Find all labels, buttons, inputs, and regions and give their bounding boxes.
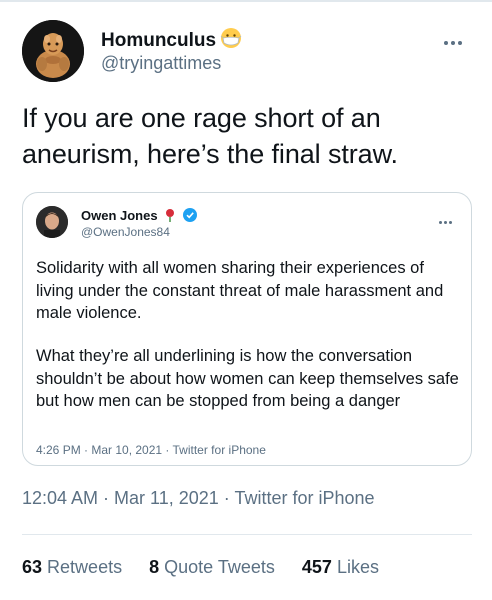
- author-handle[interactable]: @tryingattimes: [101, 53, 221, 74]
- avatar[interactable]: [22, 20, 84, 82]
- quoted-text-paragraph-1: Solidarity with all women sharing their …: [36, 259, 444, 322]
- tweet-stats: 63 Retweets 8 Quote Tweets 457 Likes: [22, 557, 401, 578]
- quoted-timestamp[interactable]: 4:26 PM · Mar 10, 2021 · Twitter for iPh…: [36, 443, 266, 457]
- quoted-author-name[interactable]: Owen Jones: [81, 208, 197, 223]
- quote-tweets-label: Quote Tweets: [164, 557, 275, 577]
- tweet-text: If you are one rage short of an aneurism…: [22, 103, 398, 169]
- quote-tweets-stat[interactable]: 8 Quote Tweets: [149, 557, 275, 578]
- quoted-avatar[interactable]: [36, 206, 68, 238]
- likes-label: Likes: [336, 557, 379, 577]
- quoted-tweet[interactable]: Owen Jones @OwenJones84 Solidarity with …: [22, 192, 472, 466]
- author-display-name[interactable]: Homunculus: [101, 30, 216, 51]
- stats-divider: [22, 534, 472, 535]
- quoted-more-options-icon[interactable]: [439, 211, 457, 224]
- quote-tweets-count: 8: [149, 557, 160, 577]
- retweets-stat[interactable]: 63 Retweets: [22, 557, 122, 578]
- face-with-medical-mask-icon: [220, 27, 242, 55]
- homunculus-avatar-icon: [22, 20, 84, 82]
- owen-jones-avatar-icon: [36, 206, 68, 238]
- rose-icon: [166, 209, 175, 222]
- likes-stat[interactable]: 457 Likes: [302, 557, 379, 578]
- verified-icon: [182, 208, 197, 222]
- tweet-header: Homunculus @tryingattimes: [22, 20, 472, 84]
- likes-count: 457: [301, 557, 332, 577]
- tweet-timestamp[interactable]: 12:04 AM · Mar 11, 2021 · Twitter for iP…: [22, 488, 375, 509]
- author-name[interactable]: Homunculus: [101, 27, 242, 55]
- retweets-count: 63: [22, 557, 43, 577]
- top-divider: [0, 0, 492, 2]
- more-options-icon[interactable]: [444, 32, 470, 45]
- quoted-author-handle[interactable]: @OwenJones84: [81, 225, 170, 239]
- retweets-label: Retweets: [47, 557, 123, 577]
- quoted-text-paragraph-2: What they’re all underlining is how the …: [36, 347, 459, 410]
- quoted-display-name[interactable]: Owen Jones: [81, 208, 158, 223]
